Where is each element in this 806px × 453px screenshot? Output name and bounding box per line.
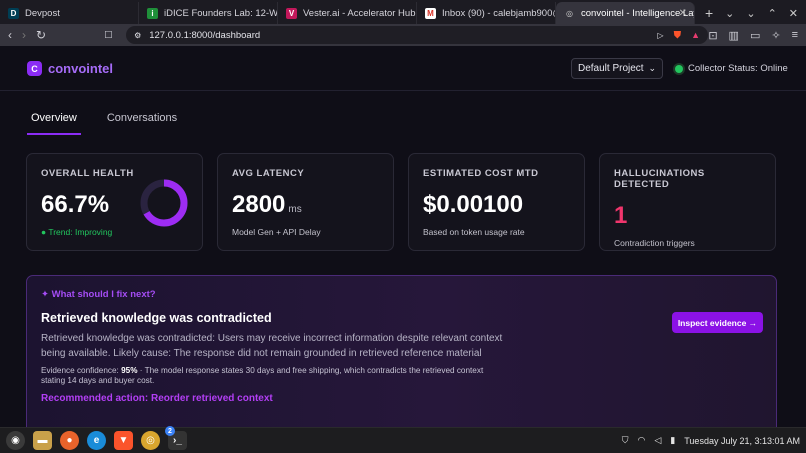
reload-icon[interactable]: ↻ bbox=[36, 28, 46, 42]
sidebar-icon[interactable]: ▥ bbox=[729, 29, 739, 42]
wallet-icon[interactable]: ▭ bbox=[750, 29, 760, 42]
recommended-action[interactable]: Recommended action: Reorder retrieved co… bbox=[41, 393, 762, 404]
idice-icon: i bbox=[147, 7, 158, 19]
fix-next-heading: ✦ What should I fix next? bbox=[41, 289, 156, 300]
fix-evidence: Evidence confidence: 95% · The model res… bbox=[41, 366, 491, 386]
site-info-icon[interactable]: ⚙ bbox=[134, 31, 141, 40]
maximize-icon[interactable]: ⌃ bbox=[768, 7, 777, 20]
health-trend: ● Trend: Improving bbox=[41, 227, 113, 237]
files-icon[interactable]: ▬ bbox=[33, 431, 52, 450]
fix-title: Retrieved knowledge was contradicted bbox=[41, 311, 272, 325]
project-select-value: Default Project bbox=[578, 63, 644, 74]
card-label: HALLUCINATIONS DETECTED bbox=[614, 168, 705, 190]
cost-sub: Based on token usage rate bbox=[423, 227, 525, 237]
firefox-icon[interactable]: ● bbox=[60, 431, 79, 450]
globe-icon: ◎ bbox=[566, 8, 573, 18]
latency-value: 2800 ms bbox=[232, 191, 379, 219]
latency-number: 2800 bbox=[232, 191, 286, 218]
browser-tab-bar: D Devpost i iDICE Founders Lab: 12-Week … bbox=[0, 0, 806, 24]
app-header: C convointel Default Project ⌄ Collector… bbox=[0, 46, 806, 91]
logo-text: convointel bbox=[48, 61, 114, 76]
metric-cards: OVERALL HEALTH 66.7% ● Trend: Improving … bbox=[26, 153, 776, 251]
vester-icon: V bbox=[286, 7, 297, 19]
gmail-icon: M bbox=[425, 7, 436, 19]
brave-shield-icon[interactable]: ⛊ bbox=[674, 30, 682, 41]
dashboard-tabs: Overview Conversations bbox=[27, 102, 181, 135]
hallucinations-value: 1 bbox=[614, 202, 628, 229]
system-tray: ⛉ ◠ ◁ ▮ Tuesday July 21, 3:13:01 AM bbox=[622, 435, 800, 446]
terminal-icon[interactable]: ›_ 2 bbox=[165, 426, 187, 450]
health-ring-chart bbox=[140, 179, 188, 227]
toolbar-actions: ⊡ ▥ ▭ ✧ ≡ bbox=[708, 29, 798, 42]
evidence-label: Evidence confidence: bbox=[41, 366, 122, 375]
volume-icon[interactable]: ◁ bbox=[654, 435, 661, 446]
collector-status: Collector Status: Online bbox=[675, 63, 788, 74]
url-bar[interactable]: ☐ ⚙ 127.0.0.1:8000/dashboard ▷ ⛊ ▲ bbox=[104, 26, 708, 44]
brave-icon[interactable]: ▼ bbox=[114, 431, 133, 450]
window-controls: ⌄ ⌄ ⌃ ✕ bbox=[725, 2, 806, 24]
terminal-badge: 2 bbox=[165, 426, 175, 436]
battery-icon[interactable]: ▮ bbox=[670, 435, 675, 446]
close-window-icon[interactable]: ✕ bbox=[789, 7, 798, 20]
latency-sub: Model Gen + API Delay bbox=[232, 227, 321, 237]
chrome-icon[interactable]: ◎ bbox=[141, 431, 160, 450]
new-tab-button[interactable]: + bbox=[695, 2, 723, 24]
update-shield-icon[interactable]: ⛉ bbox=[622, 435, 629, 446]
hallucinations-sub: Contradiction triggers bbox=[614, 238, 695, 248]
overall-health-card: OVERALL HEALTH 66.7% ● Trend: Improving bbox=[26, 153, 203, 251]
browser-tab-devpost[interactable]: D Devpost bbox=[0, 2, 139, 24]
hallucinations-card: HALLUCINATIONS DETECTED 1 Contradiction … bbox=[599, 153, 776, 251]
browser-tab-convointel[interactable]: ◎ convointel - Intelligence Lay ✕ bbox=[556, 2, 695, 24]
back-icon[interactable]: ‹ bbox=[8, 28, 12, 42]
tab-conversations[interactable]: Conversations bbox=[103, 102, 181, 135]
leo-ai-icon[interactable]: ✧ bbox=[771, 29, 780, 42]
browser-tab-vester[interactable]: V Vester.ai - Accelerator Hub bbox=[278, 2, 417, 24]
clock[interactable]: Tuesday July 21, 3:13:01 AM bbox=[684, 436, 800, 446]
project-select[interactable]: Default Project ⌄ bbox=[571, 58, 663, 79]
wifi-icon[interactable]: ◠ bbox=[638, 435, 646, 446]
logo-icon: C bbox=[27, 61, 42, 76]
status-online-icon bbox=[675, 64, 683, 73]
tab-search-icon[interactable]: ⌄ bbox=[725, 7, 734, 20]
tab-overview[interactable]: Overview bbox=[27, 102, 81, 135]
dashboard-page: C convointel Default Project ⌄ Collector… bbox=[0, 46, 806, 427]
browser-toolbar: ‹ › ↻ ☐ ⚙ 127.0.0.1:8000/dashboard ▷ ⛊ ▲… bbox=[0, 24, 806, 46]
share-icon[interactable]: ▷ bbox=[657, 31, 663, 40]
fix-next-panel: ✦ What should I fix next? Retrieved know… bbox=[26, 275, 777, 427]
tab-title: iDICE Founders Lab: 12-Week St bbox=[164, 7, 278, 19]
browser-tab-gmail[interactable]: M Inbox (90) - calebjamb900@gma bbox=[417, 2, 556, 24]
url-text: 127.0.0.1:8000/dashboard bbox=[149, 29, 261, 41]
tab-title: Inbox (90) - calebjamb900@gma bbox=[442, 7, 555, 19]
collector-status-text: Collector Status: Online bbox=[688, 63, 788, 74]
brave-rewards-icon[interactable]: ▲ bbox=[691, 30, 700, 40]
card-label: ESTIMATED COST MTD bbox=[423, 168, 539, 179]
bookmark-icon[interactable]: ☐ bbox=[104, 30, 113, 41]
forward-icon[interactable]: › bbox=[22, 28, 26, 42]
devpost-icon: D bbox=[8, 7, 19, 19]
tab-title: Vester.ai - Accelerator Hub bbox=[303, 7, 416, 19]
tab-title: Devpost bbox=[25, 7, 60, 19]
mint-menu-icon[interactable]: ◉ bbox=[6, 431, 25, 450]
cost-value: $0.00100 bbox=[423, 191, 524, 218]
inspect-evidence-button[interactable]: Inspect evidence → bbox=[672, 312, 763, 333]
chevron-down-icon: ⌄ bbox=[648, 63, 656, 73]
os-taskbar: ◉ ▬ ● e ▼ ◎ ›_ 2 ⛉ ◠ ◁ ▮ Tuesday July 21,… bbox=[0, 426, 806, 453]
screenshot-icon[interactable]: ⊡ bbox=[708, 29, 717, 42]
estimated-cost-card: ESTIMATED COST MTD $0.00100 Based on tok… bbox=[408, 153, 585, 251]
browser-tab-idice[interactable]: i iDICE Founders Lab: 12-Week St bbox=[139, 2, 278, 24]
avg-latency-card: AVG LATENCY 2800 ms Model Gen + API Delay bbox=[217, 153, 394, 251]
close-tab-icon[interactable]: ✕ bbox=[679, 8, 687, 19]
minimize-icon[interactable]: ⌄ bbox=[746, 7, 755, 20]
card-label: AVG LATENCY bbox=[232, 168, 305, 179]
menu-icon[interactable]: ≡ bbox=[792, 29, 798, 42]
latency-unit: ms bbox=[288, 204, 302, 215]
fix-description: Retrieved knowledge was contradicted: Us… bbox=[41, 333, 503, 359]
evidence-confidence: 95% bbox=[121, 366, 138, 375]
edge-icon[interactable]: e bbox=[87, 431, 106, 450]
